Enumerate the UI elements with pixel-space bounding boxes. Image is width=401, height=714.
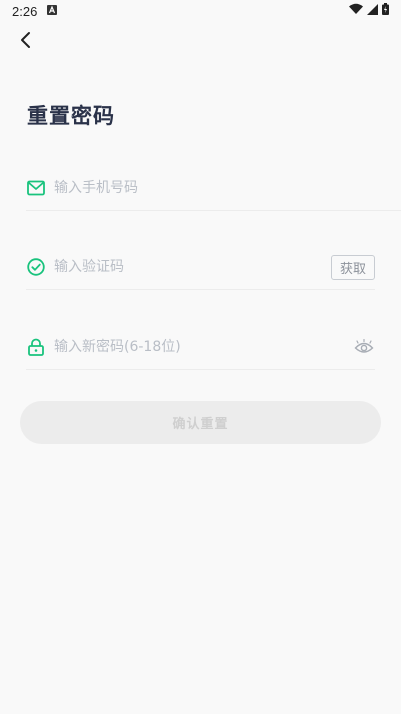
- password-input[interactable]: [54, 332, 353, 362]
- get-code-button[interactable]: 获取: [331, 254, 375, 280]
- chevron-left-icon: [19, 30, 33, 54]
- a-icon: [47, 4, 58, 19]
- phone-input[interactable]: [54, 173, 401, 203]
- check-circle-icon: [26, 257, 46, 277]
- page-title: 重置密码: [27, 104, 115, 128]
- wifi-icon: [349, 3, 363, 19]
- status-bar: 2:26: [0, 0, 401, 22]
- back-button[interactable]: [12, 28, 40, 56]
- code-input[interactable]: [54, 252, 331, 282]
- status-right: [349, 3, 389, 19]
- password-field: [26, 325, 375, 370]
- phone-field: [26, 166, 401, 211]
- eye-icon[interactable]: [353, 337, 375, 357]
- code-field: 获取: [26, 245, 375, 290]
- signal-icon: [367, 3, 378, 19]
- status-time: 2:26: [12, 3, 38, 19]
- mail-icon: [26, 178, 46, 198]
- status-left: 2:26: [12, 3, 58, 19]
- battery-icon: [382, 3, 389, 19]
- confirm-reset-button[interactable]: 确认重置: [20, 401, 381, 444]
- lock-icon: [26, 337, 46, 357]
